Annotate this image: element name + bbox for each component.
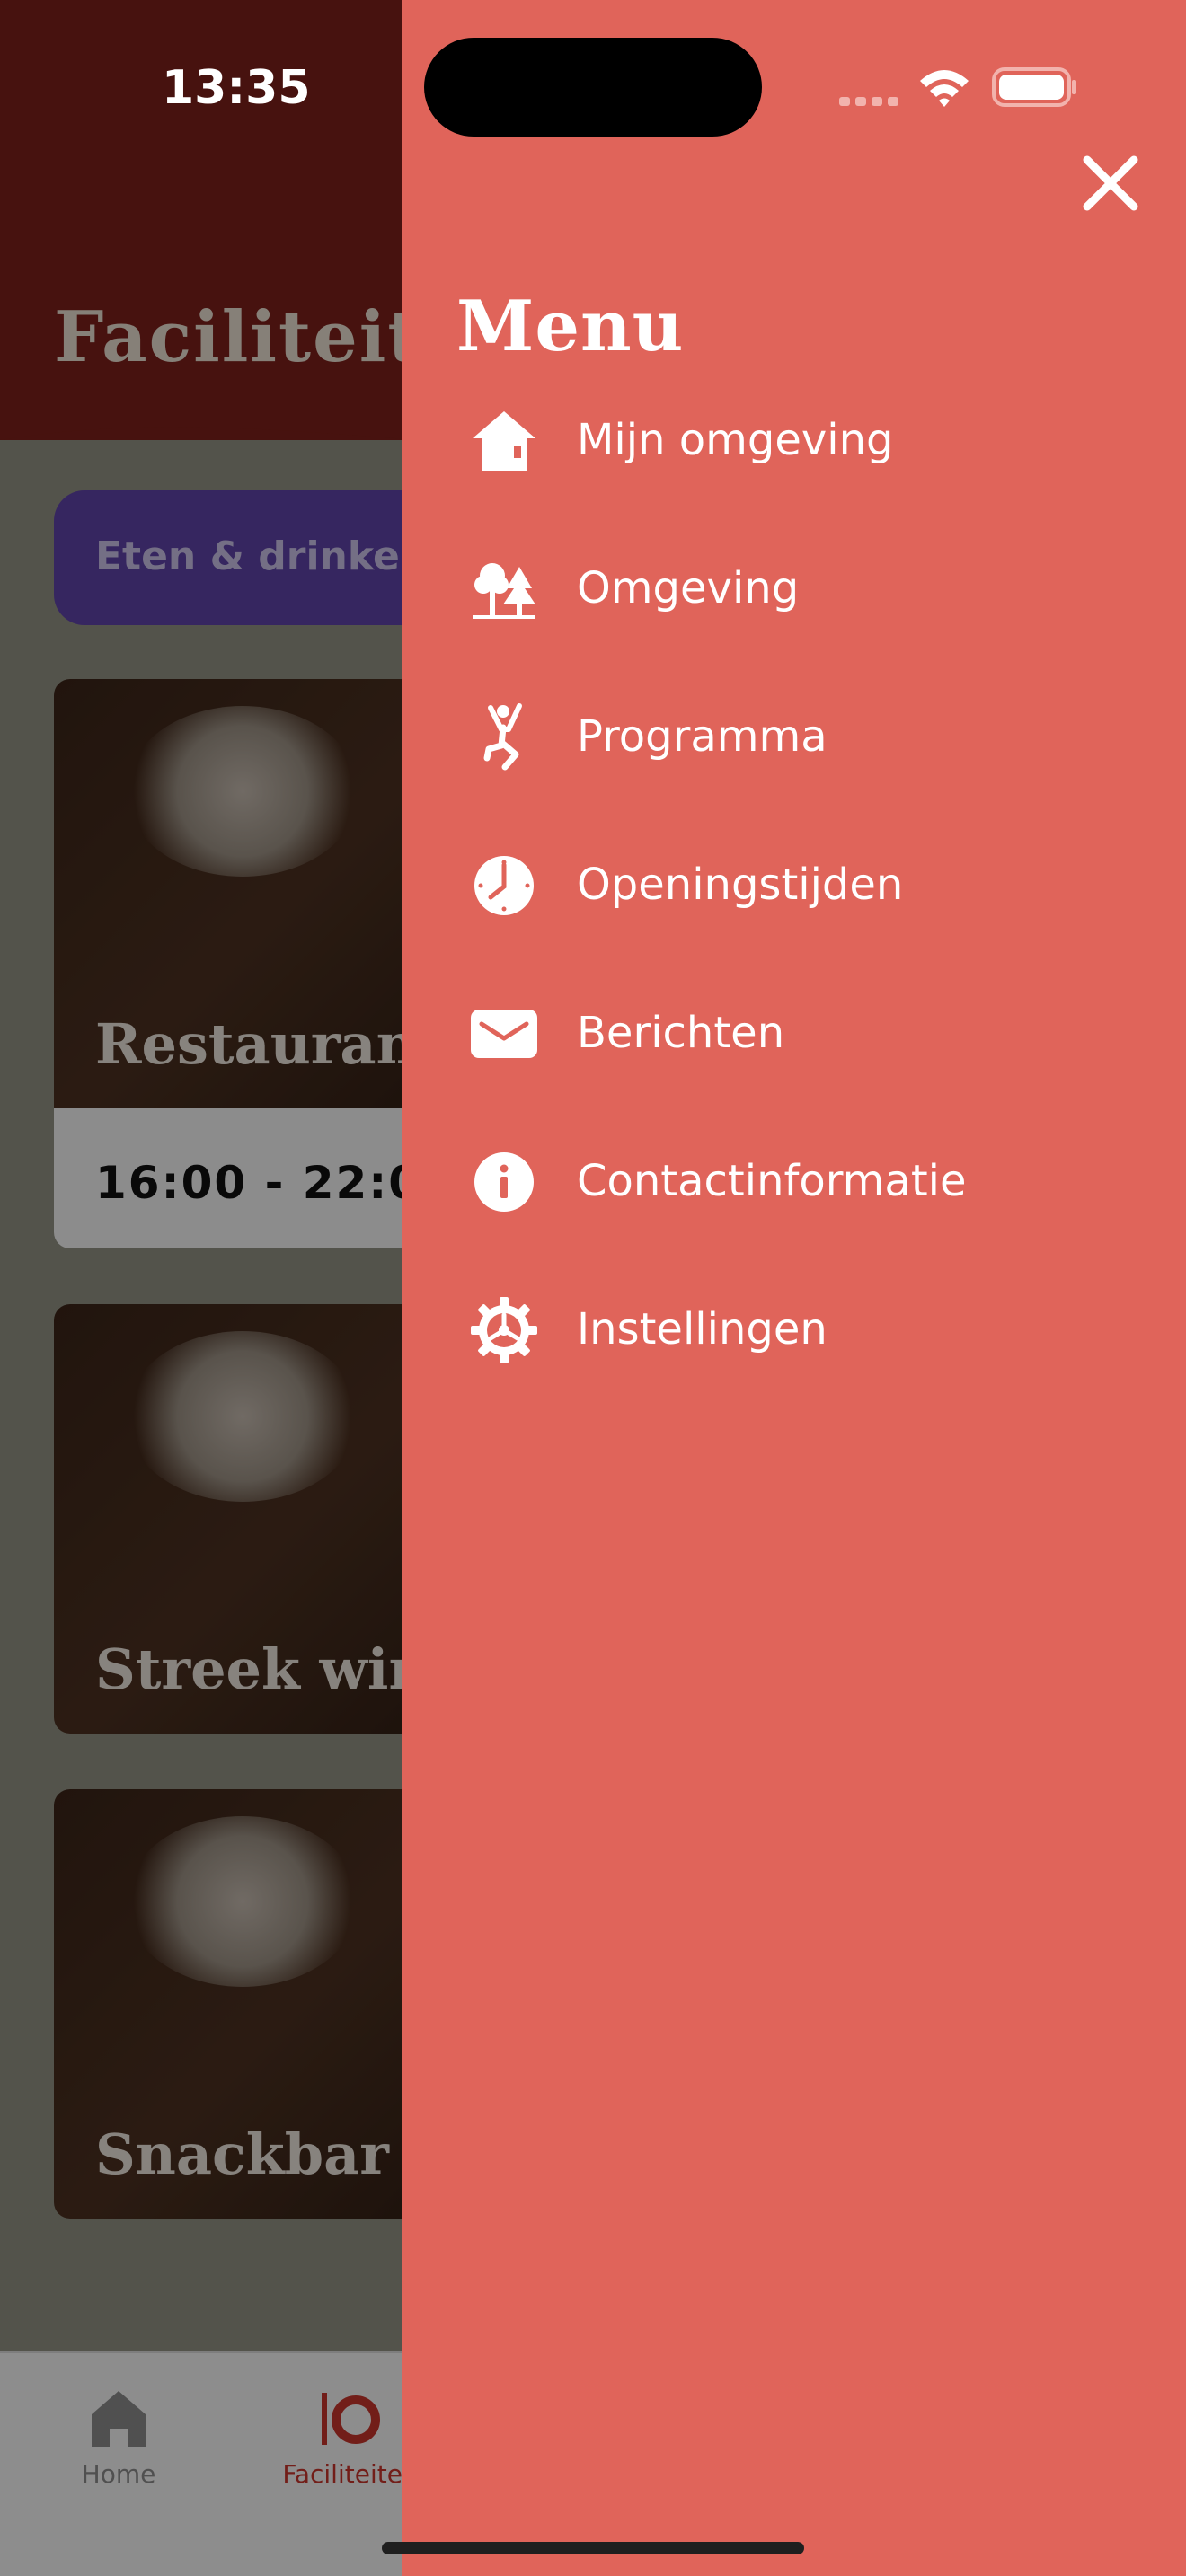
menu-title: Menu: [456, 286, 685, 367]
menu-item-label: Berichten: [577, 1008, 785, 1058]
menu-item-openingstijden[interactable]: Openingstijden: [456, 834, 1121, 933]
menu-item-programma[interactable]: Programma: [456, 686, 1121, 785]
status-time: 13:35: [162, 61, 311, 115]
menu-item-mijn-omgeving[interactable]: Mijn omgeving: [456, 390, 1121, 489]
close-icon[interactable]: [1078, 151, 1143, 216]
menu-item-label: Instellingen: [577, 1304, 828, 1354]
trees-icon: [473, 563, 535, 619]
menu-item-contactinformatie[interactable]: Contactinformatie: [456, 1131, 1121, 1230]
clock-icon: [474, 856, 534, 915]
dynamic-island: [424, 38, 762, 137]
house-icon: [473, 411, 535, 471]
menu-item-label: Programma: [577, 711, 828, 762]
menu-item-berichten[interactable]: Berichten: [456, 983, 1121, 1081]
gear-icon: [471, 1297, 537, 1363]
cellular-icon: [839, 97, 898, 106]
menu-item-label: Mijn omgeving: [577, 415, 894, 465]
menu-item-instellingen[interactable]: Instellingen: [456, 1279, 1121, 1378]
wifi-icon: [920, 70, 969, 107]
menu-item-omgeving[interactable]: Omgeving: [456, 538, 1121, 637]
battery-icon: [992, 67, 1076, 107]
jumping-person-icon: [483, 703, 522, 771]
home-indicator[interactable]: [382, 2542, 804, 2554]
menu-item-label: Contactinformatie: [577, 1156, 967, 1206]
menu-item-label: Omgeving: [577, 563, 800, 613]
info-icon: [474, 1152, 534, 1212]
menu-item-label: Openingstijden: [577, 860, 904, 910]
envelope-icon: [471, 1010, 537, 1058]
